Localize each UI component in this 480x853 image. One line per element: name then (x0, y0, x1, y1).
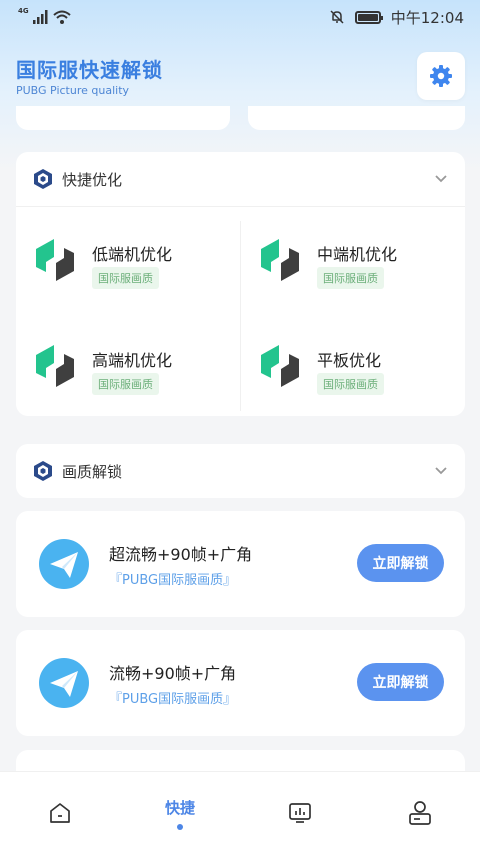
optimize-logo-icon (261, 345, 299, 387)
settings-button[interactable] (417, 52, 465, 100)
nav-quick[interactable]: 快捷 (120, 772, 240, 853)
quick-optimize-card: 快捷优化 低端机优化 国际服画质 中端机优化 国际服画质 高端机优化 国际服画质… (16, 152, 465, 416)
optimize-logo-icon (36, 345, 74, 387)
option-tag: 国际服画质 (92, 373, 159, 395)
option-tag: 国际服画质 (317, 373, 384, 395)
cube-logo-icon (34, 169, 52, 189)
paper-plane-icon (39, 658, 89, 708)
battery-icon (354, 10, 383, 24)
quality-unlock-header[interactable]: 画质解锁 (16, 444, 465, 498)
unlock-subtitle: 『PUBG国际服画质』 (109, 573, 237, 588)
scrolled-card-left (16, 106, 230, 130)
optimize-logo-icon (36, 239, 74, 281)
option-tablet[interactable]: 平板优化 国际服画质 (257, 343, 457, 403)
quick-optimize-title: 快捷优化 (62, 170, 123, 189)
app-subtitle: PUBG Picture quality (16, 84, 130, 97)
option-name: 平板优化 (317, 351, 382, 370)
unlock-button[interactable]: 立即解锁 (357, 663, 444, 701)
cube-logo-icon (34, 461, 52, 481)
unlock-item: 超流畅+90帧+广角 『PUBG国际服画质』 立即解锁 (16, 511, 465, 617)
option-mid-end[interactable]: 中端机优化 国际服画质 (257, 237, 457, 297)
unlock-title: 超流畅+90帧+广角 (109, 545, 253, 564)
unlock-button[interactable]: 立即解锁 (357, 544, 444, 582)
scrolled-card-right (248, 106, 465, 130)
unlock-item: 流畅+90帧+广角 『PUBG国际服画质』 立即解锁 (16, 630, 465, 736)
option-tag: 国际服画质 (92, 267, 159, 289)
profile-icon (409, 801, 431, 825)
optimize-grid: 低端机优化 国际服画质 中端机优化 国际服画质 高端机优化 国际服画质 平板优化… (16, 207, 465, 419)
option-tag: 国际服画质 (317, 267, 384, 289)
gear-icon (430, 65, 452, 87)
chart-monitor-icon (289, 803, 311, 823)
app-title: 国际服快速解锁 (16, 58, 163, 82)
unlock-subtitle: 『PUBG国际服画质』 (109, 692, 237, 707)
chevron-down-icon[interactable] (433, 170, 449, 186)
bell-off-icon (330, 10, 344, 24)
home-icon (50, 803, 70, 823)
nav-stats[interactable] (240, 772, 360, 853)
quality-unlock-card: 画质解锁 (16, 444, 465, 498)
option-high-end[interactable]: 高端机优化 国际服画质 (32, 343, 232, 403)
option-name: 中端机优化 (317, 245, 398, 264)
option-name: 高端机优化 (92, 351, 173, 370)
chevron-down-icon[interactable] (433, 462, 449, 478)
wifi-icon (52, 10, 71, 24)
bottom-nav: 快捷 (0, 771, 480, 853)
clock: 中午12:04 (390, 8, 464, 27)
grid-divider (240, 221, 241, 411)
active-indicator (177, 824, 183, 830)
quality-unlock-title: 画质解锁 (62, 462, 123, 481)
nav-quick-label: 快捷 (164, 798, 195, 817)
unlock-title: 流畅+90帧+广角 (109, 664, 237, 683)
quick-optimize-header[interactable]: 快捷优化 (16, 152, 465, 206)
network-label: 4G (18, 7, 29, 15)
nav-home[interactable] (0, 772, 120, 853)
paper-plane-icon (39, 539, 89, 589)
signal-icon (32, 10, 48, 24)
option-low-end[interactable]: 低端机优化 国际服画质 (32, 237, 232, 297)
option-name: 低端机优化 (92, 245, 173, 264)
status-bar: 4G 中午12:04 (0, 0, 480, 34)
optimize-logo-icon (261, 239, 299, 281)
nav-profile[interactable] (360, 772, 480, 853)
